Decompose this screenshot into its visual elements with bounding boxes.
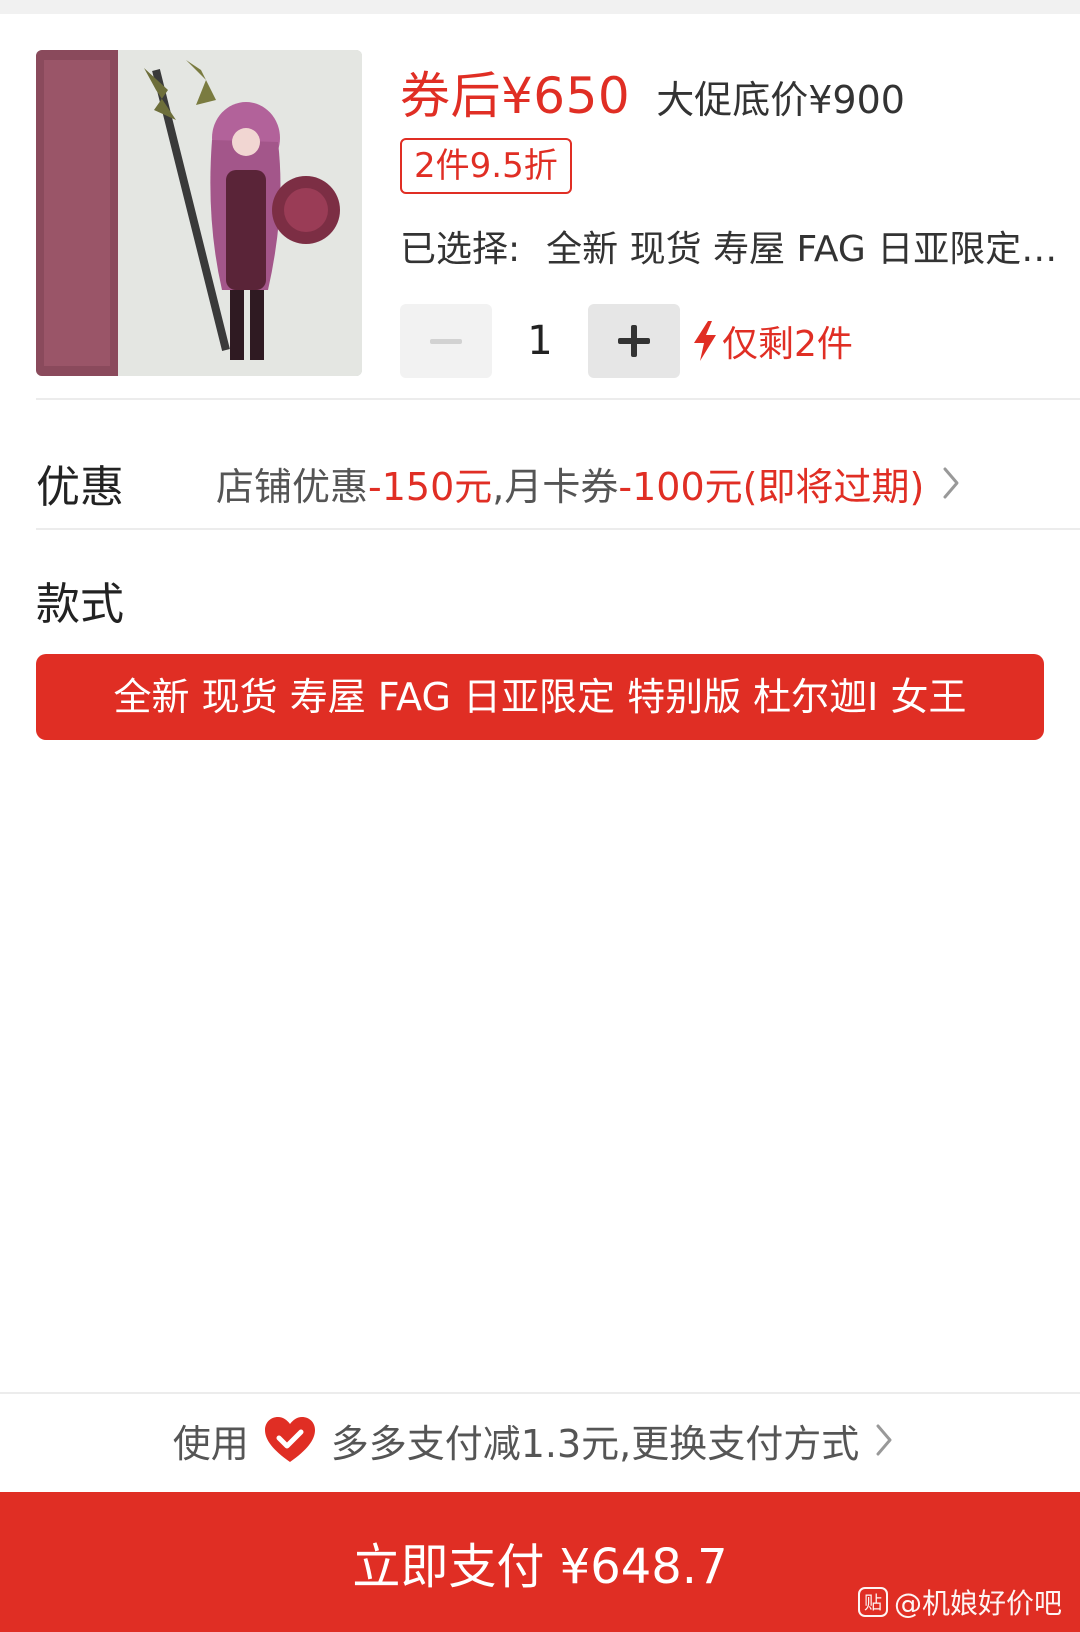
lightning-icon: [694, 321, 716, 361]
payment-tip-text: 多多支付减1.3元,更换支付方式: [330, 1421, 860, 1466]
price-row: 券后¥650 大促底价¥900: [400, 56, 905, 126]
product-image[interactable]: [36, 50, 362, 376]
monthly-coupon-label: 月卡券: [504, 464, 619, 509]
watermark-text: @机娘好价吧: [893, 1587, 1062, 1620]
style-option-selected[interactable]: 全新 现货 寿屋 FAG 日亚限定 特别版 杜尔迦I 女王: [36, 654, 1044, 740]
heart-check-icon: [264, 1417, 315, 1462]
quantity-value[interactable]: 1: [492, 318, 588, 364]
decrease-button[interactable]: [400, 304, 492, 378]
price-after-coupon: 券后¥650: [400, 67, 631, 125]
chevron-right-icon: [943, 467, 959, 499]
promotion-detail: 店铺优惠-150元,月卡券-100元(即将过期): [216, 456, 924, 511]
minus-icon: [430, 338, 462, 344]
top-strip: [0, 0, 1080, 14]
promotion-title: 优惠: [36, 462, 124, 513]
discount-tag: 2件9.5折: [400, 138, 572, 194]
promotion-separator: ,: [492, 464, 505, 509]
payment-method-tip[interactable]: 使用 多多支付减1.3元,更换支付方式: [0, 1394, 1080, 1486]
stock-warning: 仅剩2件: [692, 315, 853, 367]
monthly-coupon-amount: -100元(即将过期): [618, 464, 925, 509]
divider: [36, 398, 1080, 400]
promo-floor-price: 大促底价¥900: [656, 78, 905, 122]
watermark: 贴 @机娘好价吧: [857, 1582, 1062, 1622]
increase-button[interactable]: [588, 304, 680, 378]
stock-warning-text: 仅剩2件: [722, 324, 853, 365]
payment-tip-prefix: 使用: [172, 1421, 249, 1466]
style-section-title: 款式: [36, 579, 124, 630]
selected-spec: 已选择: 全新 现货 寿屋 FAG 日亚限定 特别版 杜尔迦I 女王: [400, 220, 1060, 272]
shop-discount-amount: -150元: [368, 464, 493, 509]
watermark-badge-icon: 贴: [857, 1587, 888, 1617]
quantity-stepper: 1 仅剩2件: [400, 304, 853, 378]
plus-icon: [618, 325, 650, 357]
selected-label: 已选择:: [400, 229, 521, 270]
product-photo: [36, 50, 362, 376]
divider: [36, 528, 1080, 530]
selected-value: 全新 现货 寿屋 FAG 日亚限定 特别版 杜尔迦I 女王: [546, 229, 1060, 270]
chevron-right-icon: [876, 1424, 892, 1456]
shop-discount-label: 店铺优惠: [216, 464, 369, 509]
